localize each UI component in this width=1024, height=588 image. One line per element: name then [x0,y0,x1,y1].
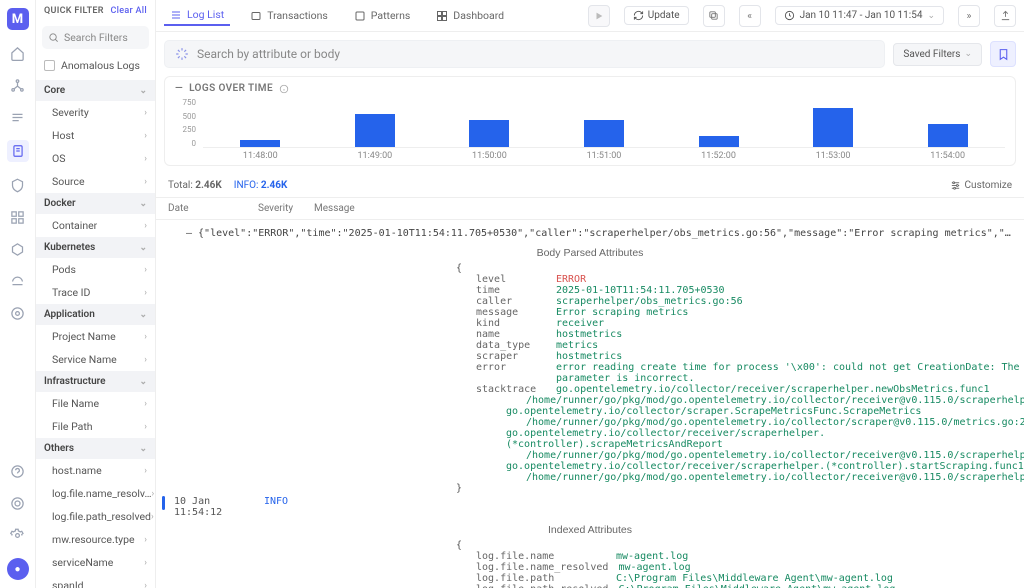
sidebar-item[interactable]: Project Name› [36,325,155,348]
patterns-icon [354,10,366,22]
body-parsed-title: Body Parsed Attributes [156,243,1024,263]
sidebar-item[interactable]: log.file.name_resolv…› [36,482,155,505]
chart-bar[interactable] [355,114,395,147]
chevron-down-icon: ⌄ [964,49,972,59]
chart-bar[interactable] [928,124,968,147]
chart-bar[interactable] [240,140,280,147]
clear-all-link[interactable]: Clear All [110,6,147,16]
icon-rail: M ● [0,0,36,588]
anomalous-checkbox[interactable]: Anomalous Logs [36,55,155,80]
tab-dashboard[interactable]: Dashboard [430,6,510,25]
sidebar-item[interactable]: Trace ID› [36,281,155,304]
support-icon[interactable] [9,494,27,512]
logs-icon[interactable] [7,140,29,162]
sidebar-group[interactable]: Infrastructure⌄ [36,371,155,392]
sidebar-item[interactable]: Container› [36,214,155,237]
network-icon[interactable] [9,76,27,94]
sliders-icon [950,180,961,191]
log-row[interactable]: 10 Jan 11:54:12 INFO [156,494,1024,520]
logs-chart: — LOGS OVER TIME 7505002500 11:48:0011:4… [164,76,1016,166]
sidebar-group[interactable]: Kubernetes⌄ [36,237,155,258]
chevron-right-icon: » [967,9,972,22]
refresh-icon [633,10,644,21]
chart-bar[interactable] [813,108,853,147]
play-icon [594,11,604,21]
sidebar-item[interactable]: Source› [36,170,155,193]
kubernetes-icon[interactable] [9,240,27,258]
transactions-icon [250,10,262,22]
sidebar-item[interactable]: Severity› [36,101,155,124]
grid-icon[interactable] [9,208,27,226]
sidebar: QUICK FILTER Clear All Search Filters An… [36,0,156,588]
collapse-icon[interactable]: — [175,83,183,94]
sidebar-item[interactable]: serviceName› [36,551,155,574]
copy-icon [708,10,719,21]
tab-loglist[interactable]: Log List [164,5,230,26]
alert-config-icon[interactable] [9,304,27,322]
search-icon [48,32,59,43]
chart-title: LOGS OVER TIME [189,83,273,94]
sidebar-item[interactable]: Service Name› [36,348,155,371]
sidebar-item[interactable]: host.name› [36,459,155,482]
update-button[interactable]: Update [624,6,689,25]
topbar: Log List Transactions Patterns Dashboard… [156,0,1024,32]
sidebar-item[interactable]: mw.resource.type› [36,528,155,551]
customize-button[interactable]: Customize [950,180,1012,191]
chart-bar[interactable] [584,120,624,147]
next-button[interactable]: » [958,5,980,27]
upload-button[interactable] [994,5,1016,27]
main: Log List Transactions Patterns Dashboard… [156,0,1024,588]
time-range[interactable]: Jan 10 11:47 - Jan 10 11:54 ⌄ [775,6,944,25]
indexed-title: Indexed Attributes [156,520,1024,540]
list-icon[interactable] [9,108,27,126]
sidebar-group[interactable]: Docker⌄ [36,193,155,214]
settings-icon[interactable] [9,526,27,544]
play-button[interactable] [588,5,610,27]
sidebar-item[interactable]: Pods› [36,258,155,281]
chart-bar[interactable] [699,136,739,147]
sidebar-item[interactable]: File Name› [36,392,155,415]
chevron-left-icon: « [747,9,752,22]
sidebar-group[interactable]: Application⌄ [36,304,155,325]
help-icon[interactable] [9,462,27,480]
clock-icon [784,10,795,21]
chart-bar[interactable] [469,120,509,147]
sidebar-item[interactable]: spanId› [36,574,155,588]
saved-filters[interactable]: Saved Filters⌄ [893,43,982,66]
sidebar-item[interactable]: Host› [36,124,155,147]
search-input[interactable]: Search by attribute or body [164,40,885,68]
prev-button[interactable]: « [739,5,761,27]
tab-transactions[interactable]: Transactions [244,6,334,25]
sparkle-icon [175,47,189,61]
home-icon[interactable] [9,44,27,62]
filter-search[interactable]: Search Filters [42,26,149,49]
info-icon[interactable] [279,84,289,94]
table-header: Date Severity Message [156,198,1024,220]
chevron-down-icon: ⌄ [927,11,935,21]
sidebar-group[interactable]: Core⌄ [36,80,155,101]
dashboard-icon [436,10,448,22]
upload-icon [1000,10,1011,21]
bookmark-button[interactable] [990,41,1016,67]
sidebar-item[interactable]: OS› [36,147,155,170]
list-icon [170,9,182,21]
security-icon[interactable] [9,176,27,194]
log-body: — {"level":"ERROR","time":"2025-01-10T11… [156,220,1024,588]
logo[interactable]: M [7,8,29,30]
sidebar-item[interactable]: File Path› [36,415,155,438]
sidebar-item[interactable]: log.file.path_resolved› [36,505,155,528]
quick-filter-label: QUICK FILTER [44,6,104,16]
serverless-icon[interactable] [9,272,27,290]
log-raw[interactable]: — {"level":"ERROR","time":"2025-01-10T11… [156,224,1024,243]
avatar[interactable]: ● [7,558,29,580]
tab-patterns[interactable]: Patterns [348,6,417,25]
bookmark-icon [997,48,1010,61]
sidebar-group[interactable]: Others⌄ [36,438,155,459]
copy-button[interactable] [703,5,725,27]
